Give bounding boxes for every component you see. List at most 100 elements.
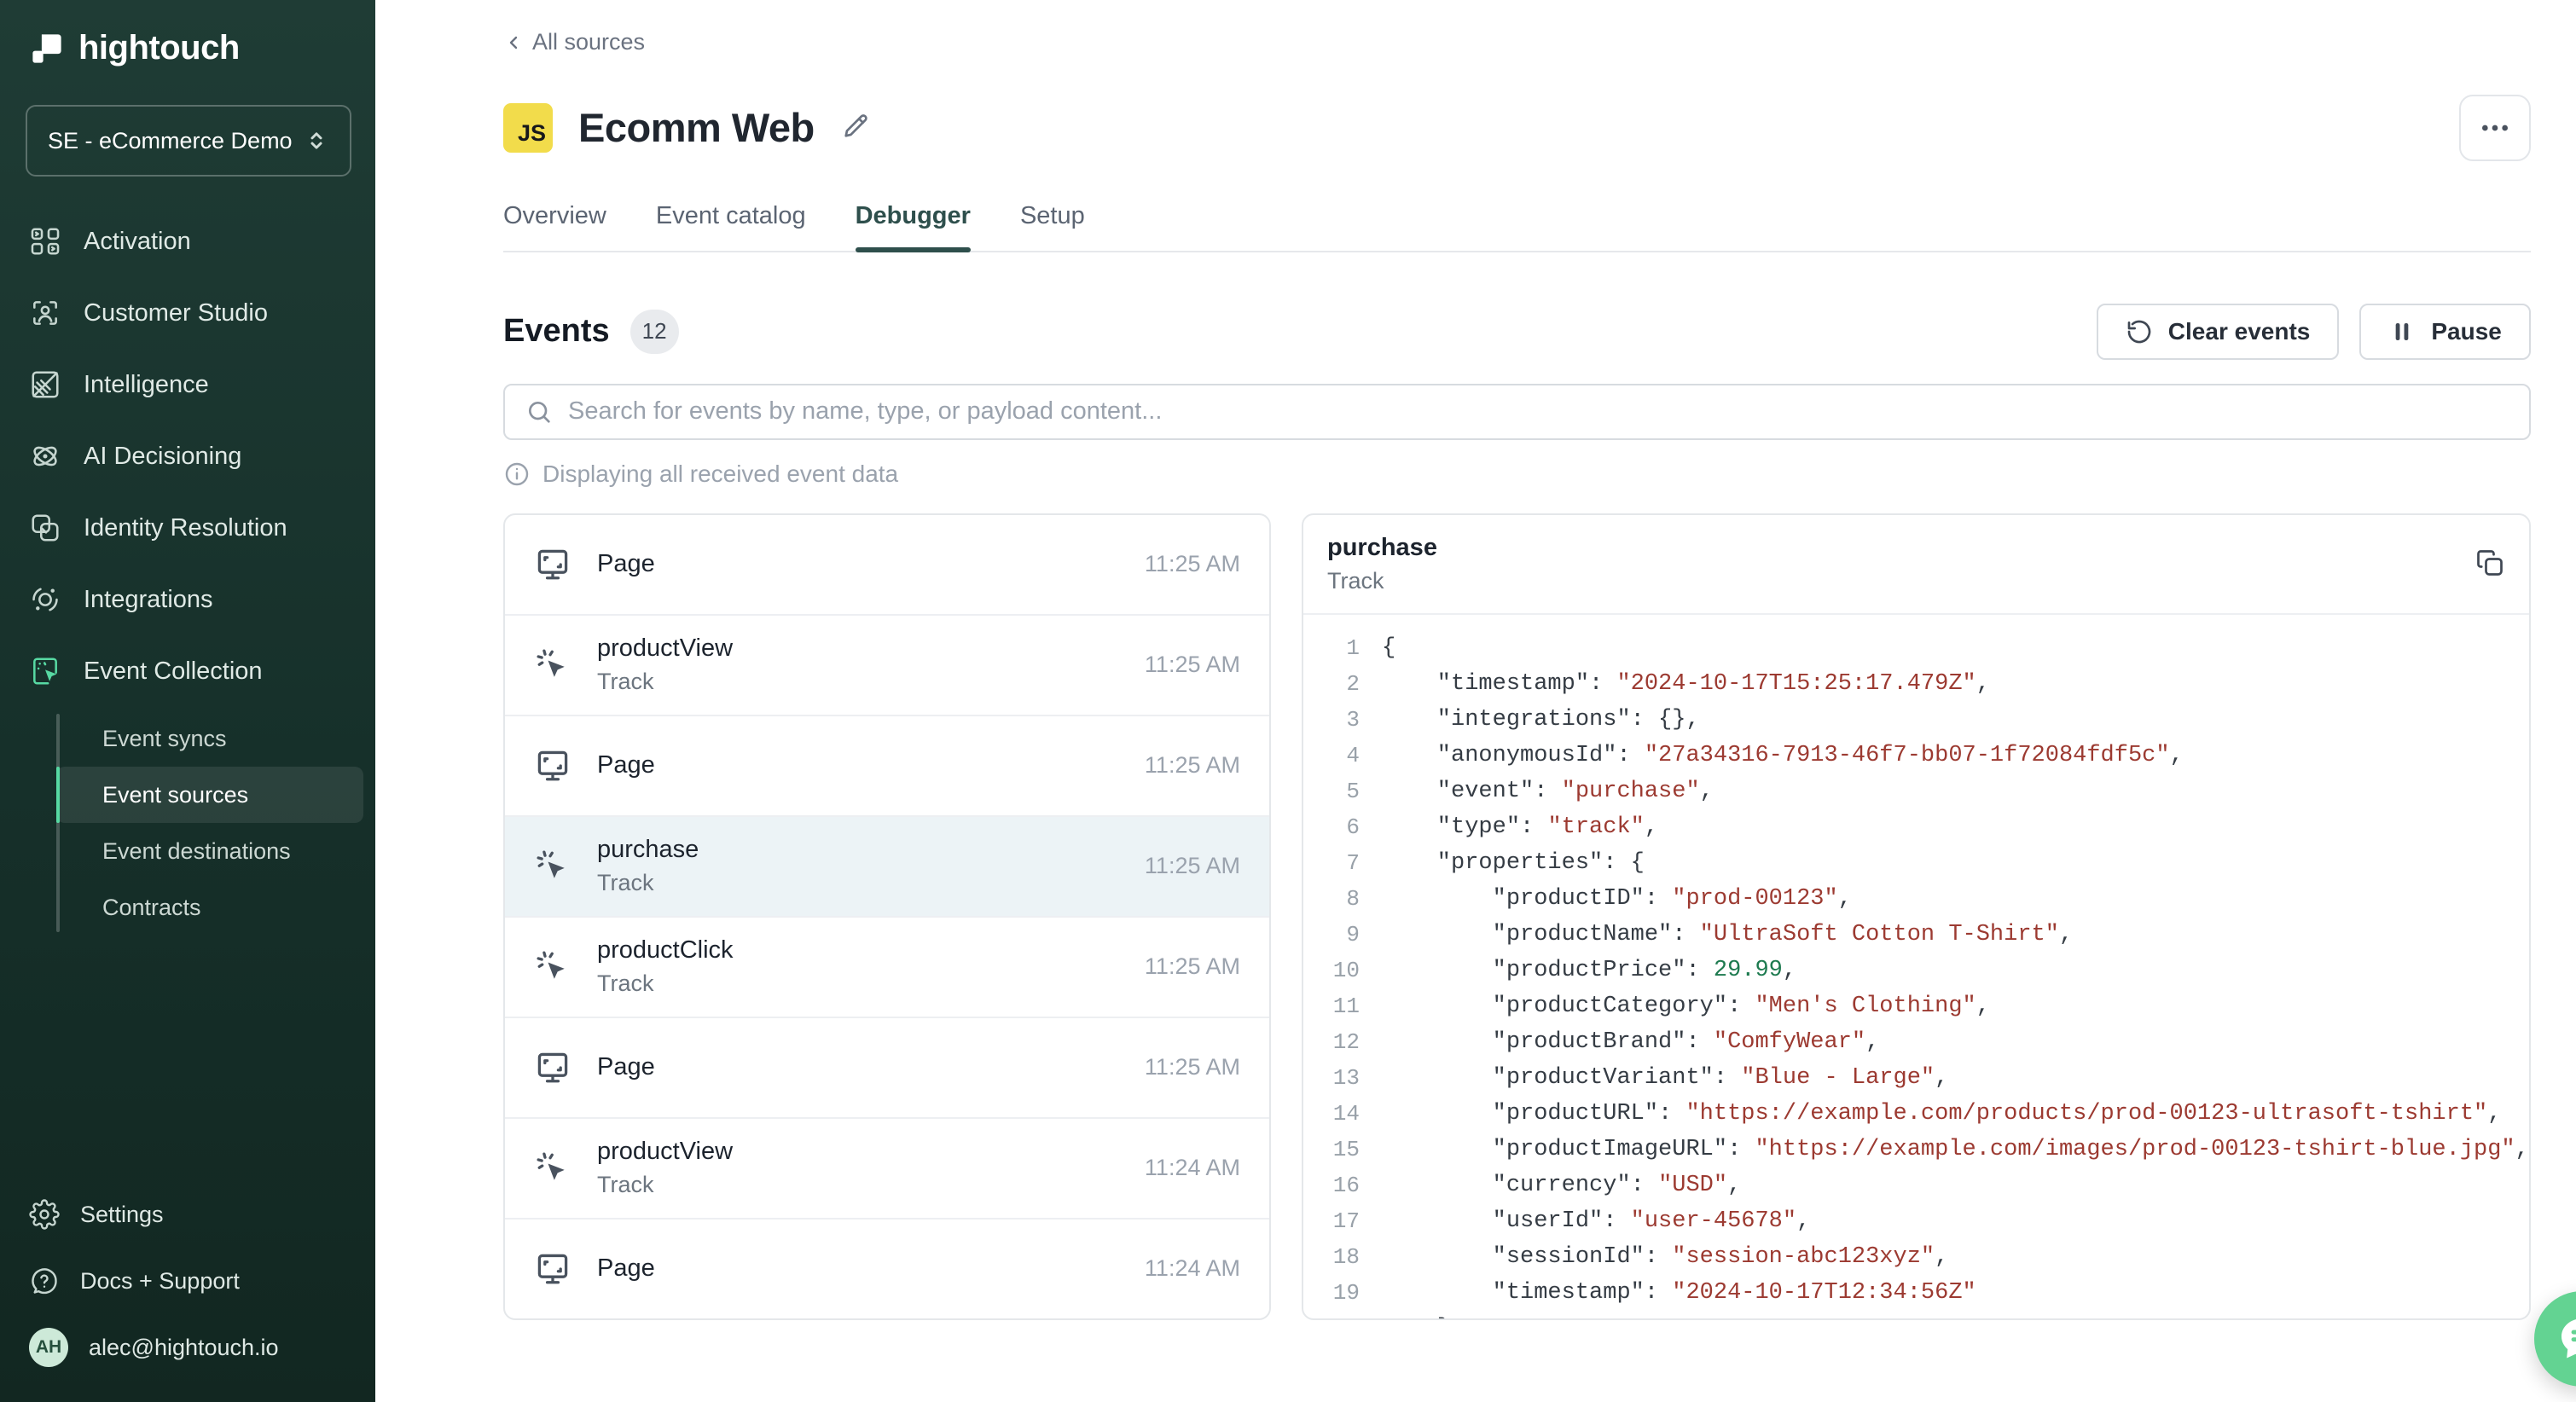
event-list: Page 11:25 AM productView Track 11:25 AM <box>503 513 1271 1320</box>
breadcrumb[interactable]: All sources <box>503 29 645 55</box>
event-row-productview-2[interactable]: productView Track 11:24 AM <box>505 1119 1269 1220</box>
search-input[interactable] <box>568 397 2509 426</box>
tab-setup[interactable]: Setup <box>1020 202 1085 251</box>
tab-event-catalog[interactable]: Event catalog <box>656 202 806 251</box>
code-line: 18 "sessionId": "session-abc123xyz", <box>1303 1239 2529 1275</box>
breadcrumb-label: All sources <box>532 29 645 55</box>
sidebar-item-activation[interactable]: Activation <box>12 209 363 274</box>
workspace-selector[interactable]: SE - eCommerce Demo <box>26 105 351 177</box>
event-row-page-3[interactable]: Page 11:25 AM <box>505 1018 1269 1119</box>
copy-icon <box>2474 547 2505 578</box>
sidebar-item-integrations[interactable]: Integrations <box>12 567 363 632</box>
events-header-row: Events 12 Clear events Pause <box>503 304 2531 360</box>
event-name: productClick <box>597 936 734 965</box>
event-type: Track <box>597 870 699 896</box>
sidebar-item-identity-resolution[interactable]: Identity Resolution <box>12 495 363 560</box>
code-line: 5 "event": "purchase", <box>1303 773 2529 809</box>
event-name: productView <box>597 1138 733 1166</box>
sidebar-item-event-collection[interactable]: Event Collection <box>12 639 363 704</box>
event-name: productView <box>597 634 733 663</box>
subitem-label: Contracts <box>102 895 201 921</box>
event-row-page-4[interactable]: Page 11:24 AM <box>505 1220 1269 1318</box>
sidebar-item-label: Activation <box>84 228 191 256</box>
tab-bar: Overview Event catalog Debugger Setup <box>503 202 2531 252</box>
event-name: Page <box>597 550 655 578</box>
code-line: 20 } <box>1303 1311 2529 1318</box>
sidebar-item-customer-studio[interactable]: Customer Studio <box>12 281 363 345</box>
chevron-updown-icon <box>304 128 329 154</box>
code-line: 6 "type": "track", <box>1303 809 2529 845</box>
event-time: 11:24 AM <box>1145 1255 1240 1282</box>
detail-event-name: purchase <box>1327 534 1437 562</box>
sidebar-nav: Activation Customer Studio Intelligence <box>0 209 375 704</box>
tab-debugger[interactable]: Debugger <box>856 202 971 251</box>
hightouch-logo-icon <box>29 31 65 67</box>
sidebar-item-event-syncs[interactable]: Event syncs <box>56 710 363 767</box>
event-time: 11:25 AM <box>1145 752 1240 779</box>
event-name: Page <box>597 1254 655 1283</box>
event-collection-subnav: Event syncs Event sources Event destinat… <box>56 710 363 936</box>
sidebar-item-settings[interactable]: Settings <box>12 1184 363 1245</box>
page-event-icon <box>534 1250 571 1288</box>
back-chevron-icon <box>503 32 524 53</box>
event-row-purchase-selected[interactable]: purchase Track 11:25 AM <box>505 817 1269 918</box>
subitem-label: Event syncs <box>102 726 227 752</box>
clear-events-button[interactable]: Clear events <box>2097 304 2340 360</box>
pause-button[interactable]: Pause <box>2359 304 2531 360</box>
sidebar-item-docs-support[interactable]: Docs + Support <box>12 1250 363 1312</box>
sidebar-item-contracts[interactable]: Contracts <box>56 879 363 936</box>
event-detail-header: purchase Track <box>1303 515 2529 615</box>
gear-icon <box>29 1199 60 1230</box>
events-actions: Clear events Pause <box>2097 304 2531 360</box>
track-event-icon <box>534 1150 571 1187</box>
code-line: 7 "properties": { <box>1303 845 2529 881</box>
chat-bubble-icon <box>2556 1312 2576 1365</box>
code-line: 17 "userId": "user-45678", <box>1303 1203 2529 1239</box>
help-icon <box>29 1266 60 1296</box>
copy-payload-button[interactable] <box>2474 547 2505 581</box>
event-row-productclick[interactable]: productClick Track 11:25 AM <box>505 918 1269 1018</box>
event-row-page-1[interactable]: Page 11:25 AM <box>505 515 1269 616</box>
events-heading: Events <box>503 313 610 350</box>
sidebar-item-intelligence[interactable]: Intelligence <box>12 352 363 417</box>
event-collection-icon <box>29 655 61 687</box>
code-line: 12 "productBrand": "ComfyWear", <box>1303 1024 2529 1060</box>
edit-title-button[interactable] <box>840 111 871 144</box>
sidebar-item-event-sources[interactable]: Event sources <box>56 767 363 823</box>
sidebar-item-label: Integrations <box>84 586 213 614</box>
sidebar-item-event-destinations[interactable]: Event destinations <box>56 823 363 879</box>
events-count-badge: 12 <box>630 310 679 354</box>
customer-studio-icon <box>29 297 61 329</box>
app-window: hightouch SE - eCommerce Demo Activation <box>0 0 2576 1402</box>
code-line: 3 "integrations": {}, <box>1303 702 2529 738</box>
event-name: purchase <box>597 836 699 864</box>
page-event-icon <box>534 546 571 583</box>
code-line: 13 "productVariant": "Blue - Large", <box>1303 1060 2529 1096</box>
sidebar-item-label: Settings <box>80 1202 164 1228</box>
clear-events-label: Clear events <box>2168 318 2311 345</box>
user-email: alec@hightouch.io <box>89 1335 279 1361</box>
event-time: 11:24 AM <box>1145 1155 1240 1181</box>
user-menu[interactable]: AH alec@hightouch.io <box>12 1317 363 1378</box>
payload-json-viewer[interactable]: 1{ 2 "timestamp": "2024-10-17T15:25:17.4… <box>1303 615 2529 1318</box>
event-row-page-2[interactable]: Page 11:25 AM <box>505 716 1269 817</box>
tab-overview[interactable]: Overview <box>503 202 606 251</box>
code-line: 16 "currency": "USD", <box>1303 1167 2529 1203</box>
sidebar-item-ai-decisioning[interactable]: AI Decisioning <box>12 424 363 489</box>
ellipsis-icon <box>2478 111 2512 145</box>
event-row-productview-1[interactable]: productView Track 11:25 AM <box>505 616 1269 716</box>
intelligence-icon <box>29 368 61 401</box>
event-type: Track <box>597 970 734 997</box>
page-event-icon <box>534 747 571 785</box>
code-line: 8 "productID": "prod-00123", <box>1303 881 2529 917</box>
sidebar-item-label: Customer Studio <box>84 299 268 327</box>
more-options-button[interactable] <box>2459 95 2531 161</box>
title-row: JS Ecomm Web <box>503 95 2531 161</box>
event-time: 11:25 AM <box>1145 652 1240 678</box>
event-time: 11:25 AM <box>1145 551 1240 577</box>
chat-support-button[interactable] <box>2534 1291 2576 1387</box>
hightouch-logo: hightouch <box>29 29 375 67</box>
event-search <box>503 384 2531 440</box>
event-name: Page <box>597 1053 655 1081</box>
page-title: Ecomm Web <box>578 104 815 151</box>
